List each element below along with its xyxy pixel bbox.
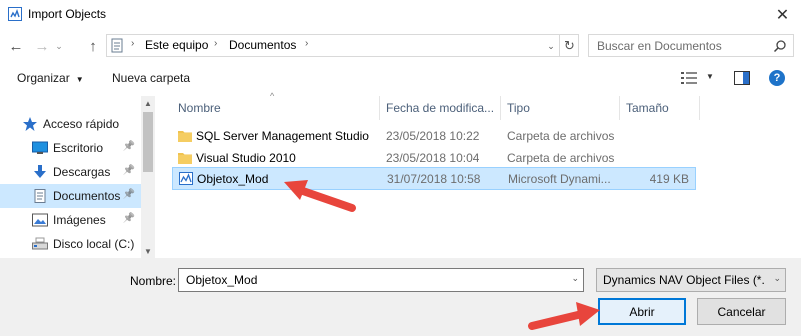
search-placeholder: Buscar en Documentos (597, 39, 722, 53)
breadcrumb-separator: › (305, 38, 309, 49)
refresh-button[interactable]: ↻ (559, 35, 579, 56)
file-type-filter-select[interactable]: Dynamics NAV Object Files (*.fob) ⌄ (596, 268, 786, 292)
cancel-button[interactable]: Cancelar (697, 298, 786, 325)
pictures-icon (32, 213, 48, 227)
pin-icon[interactable]: 📌 (123, 213, 135, 224)
sidebar-item-label: Acceso rápido (43, 117, 120, 131)
column-header-name[interactable]: Nombre (172, 96, 380, 120)
back-arrow-icon: ← (8, 37, 24, 55)
chevron-down-icon: ⌄ (547, 40, 555, 51)
file-name-value: Objetox_Mod (186, 273, 258, 287)
address-dropdown-button[interactable]: ⌄ (543, 37, 559, 55)
forward-arrow-icon: → (34, 37, 50, 55)
file-name-label: Nombre: (130, 274, 177, 288)
download-icon (34, 165, 46, 178)
annotation-arrow-icon (284, 180, 356, 212)
sidebar-item-label: Disco local (C:) (53, 237, 135, 251)
sidebar-item-quick-access[interactable]: Acceso rápido (0, 112, 141, 136)
file-type: Carpeta de archivos (507, 151, 615, 165)
sidebar-item-desktop[interactable]: Escritorio 📌 (0, 136, 141, 160)
back-button[interactable]: ← (6, 36, 26, 56)
up-arrow-icon: ↑ (89, 37, 97, 55)
file-date: 23/05/2018 10:04 (386, 151, 480, 165)
caret-down-icon: ▼ (75, 75, 84, 84)
search-icon (773, 40, 786, 53)
column-header-date[interactable]: Fecha de modifica... (380, 96, 501, 120)
file-type: Microsoft Dynami... (508, 172, 611, 186)
new-folder-button[interactable]: Nueva carpeta (112, 71, 190, 85)
file-type: Carpeta de archivos (507, 129, 615, 143)
view-options-caret-icon[interactable]: ▼ (706, 72, 714, 81)
navigation-pane: Acceso rápido Escritorio 📌 Descargas 📌 D… (0, 94, 156, 258)
breadcrumb-separator: › (131, 38, 135, 49)
scroll-up-arrow-icon[interactable]: ▲ (141, 97, 155, 109)
breadcrumb-este-equipo[interactable]: Este equipo (145, 38, 208, 52)
folder-icon (178, 153, 192, 164)
star-icon (23, 117, 37, 131)
window-title: Import Objects (28, 7, 107, 21)
scroll-down-arrow-icon[interactable]: ▼ (141, 245, 155, 257)
sidebar-item-label: Imágenes (53, 213, 106, 227)
documents-icon (34, 189, 46, 203)
breadcrumb-separator: › (214, 38, 218, 49)
documents-location-icon (111, 38, 123, 53)
breadcrumb-documentos[interactable]: Documentos (229, 38, 296, 52)
file-date: 31/07/2018 10:58 (387, 172, 481, 186)
folder-icon (178, 131, 192, 142)
forward-button[interactable]: → (32, 36, 52, 56)
chevron-down-icon[interactable]: ⌄ (773, 273, 781, 284)
refresh-icon: ↻ (564, 37, 575, 53)
address-bar[interactable]: › Este equipo › Documentos › ⌄ ↻ (106, 34, 579, 57)
file-name: SQL Server Management Studio (196, 129, 369, 143)
sort-ascending-icon: ^ (270, 91, 275, 101)
close-button[interactable]: ✕ (764, 0, 801, 30)
pin-icon[interactable]: 📌 (123, 141, 135, 152)
organize-label: Organizar (17, 71, 70, 85)
sidebar-item-label: Descargas (53, 165, 111, 179)
recent-locations-button[interactable]: ⌄ (52, 36, 66, 56)
sidebar-item-documents[interactable]: Documentos 📌 (0, 184, 141, 208)
organize-button[interactable]: Organizar ▼ (17, 71, 84, 85)
chevron-down-icon[interactable]: ⌄ (571, 273, 579, 284)
file-row-objetox-mod[interactable]: Objetox_Mod 31/07/2018 10:58 Microsoft D… (172, 167, 696, 190)
pin-icon[interactable]: 📌 (123, 165, 135, 176)
file-row-sql-server[interactable]: SQL Server Management Studio 23/05/2018 … (172, 125, 696, 148)
file-name-input[interactable]: Objetox_Mod ⌄ (178, 268, 584, 292)
column-header-type[interactable]: Tipo (501, 96, 620, 120)
sidebar-item-label: Escritorio (53, 141, 104, 155)
search-input[interactable]: Buscar en Documentos (588, 34, 794, 57)
sidebar-item-downloads[interactable]: Descargas 📌 (0, 160, 141, 184)
pin-icon[interactable]: 📌 (123, 189, 135, 200)
up-button[interactable]: ↑ (83, 36, 103, 56)
close-icon: ✕ (775, 7, 790, 24)
drive-icon (32, 237, 48, 250)
help-icon[interactable]: ? (769, 70, 785, 86)
sidebar-item-local-disk[interactable]: Disco local (C:) (0, 232, 141, 256)
annotation-arrow-icon (528, 302, 600, 330)
open-button[interactable]: Abrir (598, 298, 686, 325)
file-size: 419 KB (649, 172, 689, 186)
chevron-down-icon: ⌄ (55, 40, 63, 51)
file-name: Objetox_Mod (197, 172, 269, 186)
title-bar: Import Objects ✕ (0, 0, 801, 30)
sidebar-item-pictures[interactable]: Imágenes 📌 (0, 208, 141, 232)
column-header-size[interactable]: Tamaño (620, 96, 700, 120)
preview-pane-icon[interactable] (734, 71, 750, 85)
file-name: Visual Studio 2010 (196, 151, 296, 165)
desktop-icon (32, 141, 48, 154)
scrollbar-thumb[interactable] (143, 112, 153, 172)
file-type-filter-value: Dynamics NAV Object Files (*.fob) (603, 273, 765, 287)
view-details-icon[interactable] (681, 72, 697, 84)
file-date: 23/05/2018 10:22 (386, 129, 480, 143)
sidebar-item-label: Documentos (53, 189, 121, 203)
app-icon (8, 7, 22, 21)
dynamics-nav-file-icon (179, 172, 193, 185)
